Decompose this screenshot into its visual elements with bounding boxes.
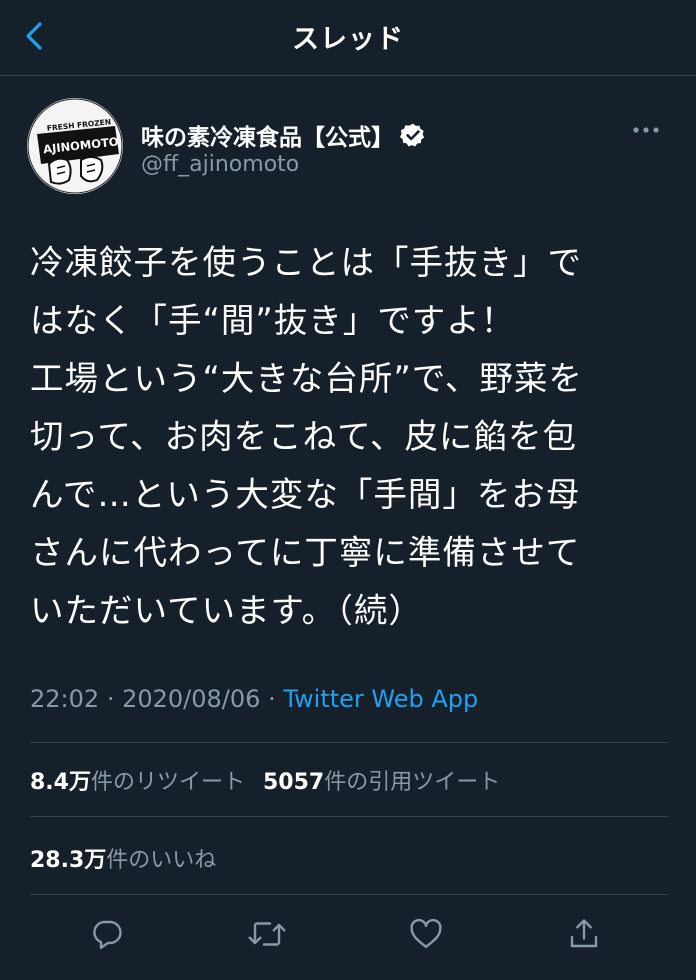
likes-link[interactable]: 28.3万件のいいね bbox=[30, 848, 216, 873]
page-title: スレッド bbox=[292, 24, 404, 55]
avatar[interactable]: FRESH FROZEN AJINOMOTO bbox=[27, 98, 123, 194]
retweets-link[interactable]: 8.4万件のリツイート bbox=[30, 770, 245, 795]
quotes-count: 5057 bbox=[263, 770, 325, 795]
user-handle[interactable]: @ff_ajinomoto bbox=[141, 152, 299, 177]
more-button[interactable] bbox=[626, 116, 666, 144]
retweet-button[interactable] bbox=[243, 910, 291, 958]
meta-separator: · bbox=[106, 685, 115, 713]
tweet-meta: 22:02 · 2020/08/06 · Twitter Web App bbox=[30, 685, 478, 713]
heart-icon bbox=[410, 918, 442, 948]
reply-icon bbox=[93, 920, 122, 949]
reply-button[interactable] bbox=[83, 910, 131, 958]
likes-label: 件のいいね bbox=[106, 848, 217, 873]
tweet-text: 冷凍餃子を使うことは「手抜き」で はなく「手“間”抜き」ですよ！ 工場という“大… bbox=[30, 243, 583, 630]
retweet-icon bbox=[248, 922, 286, 946]
top-bar: スレッド bbox=[0, 0, 696, 76]
retweet-stats: 8.4万件のリツイート 5057件の引用ツイート bbox=[30, 764, 500, 796]
action-bar bbox=[0, 910, 696, 962]
verified-badge-icon bbox=[400, 123, 425, 147]
retweets-label: 件のリツイート bbox=[90, 770, 245, 795]
like-button[interactable] bbox=[402, 910, 450, 958]
retweets-count: 8.4万 bbox=[30, 770, 91, 795]
display-name-row[interactable]: 味の素冷凍食品【公式】 bbox=[141, 118, 426, 152]
meta-separator: · bbox=[268, 685, 276, 713]
ajinomoto-logo-icon: FRESH FROZEN AJINOMOTO bbox=[27, 98, 123, 194]
likes-count: 28.3万 bbox=[30, 848, 107, 873]
tweet-time[interactable]: 22:02 bbox=[30, 685, 99, 713]
display-name[interactable]: 味の素冷凍食品【公式】 bbox=[141, 118, 394, 152]
share-icon bbox=[570, 919, 598, 948]
quotes-link[interactable]: 5057件の引用ツイート bbox=[263, 770, 500, 795]
quotes-label: 件の引用ツイート bbox=[324, 770, 501, 795]
tweet-date[interactable]: 2020/08/06 bbox=[122, 685, 260, 713]
tweet-author: FRESH FROZEN AJINOMOTO 味の素冷凍食品【公式】 @ff_a… bbox=[24, 98, 672, 198]
share-button[interactable] bbox=[560, 910, 608, 958]
divider bbox=[30, 894, 668, 895]
divider bbox=[30, 742, 668, 743]
divider bbox=[30, 816, 668, 817]
like-stats: 28.3万件のいいね bbox=[30, 842, 216, 874]
more-horizontal-icon bbox=[633, 127, 659, 133]
tweet-source-link[interactable]: Twitter Web App bbox=[283, 685, 478, 713]
